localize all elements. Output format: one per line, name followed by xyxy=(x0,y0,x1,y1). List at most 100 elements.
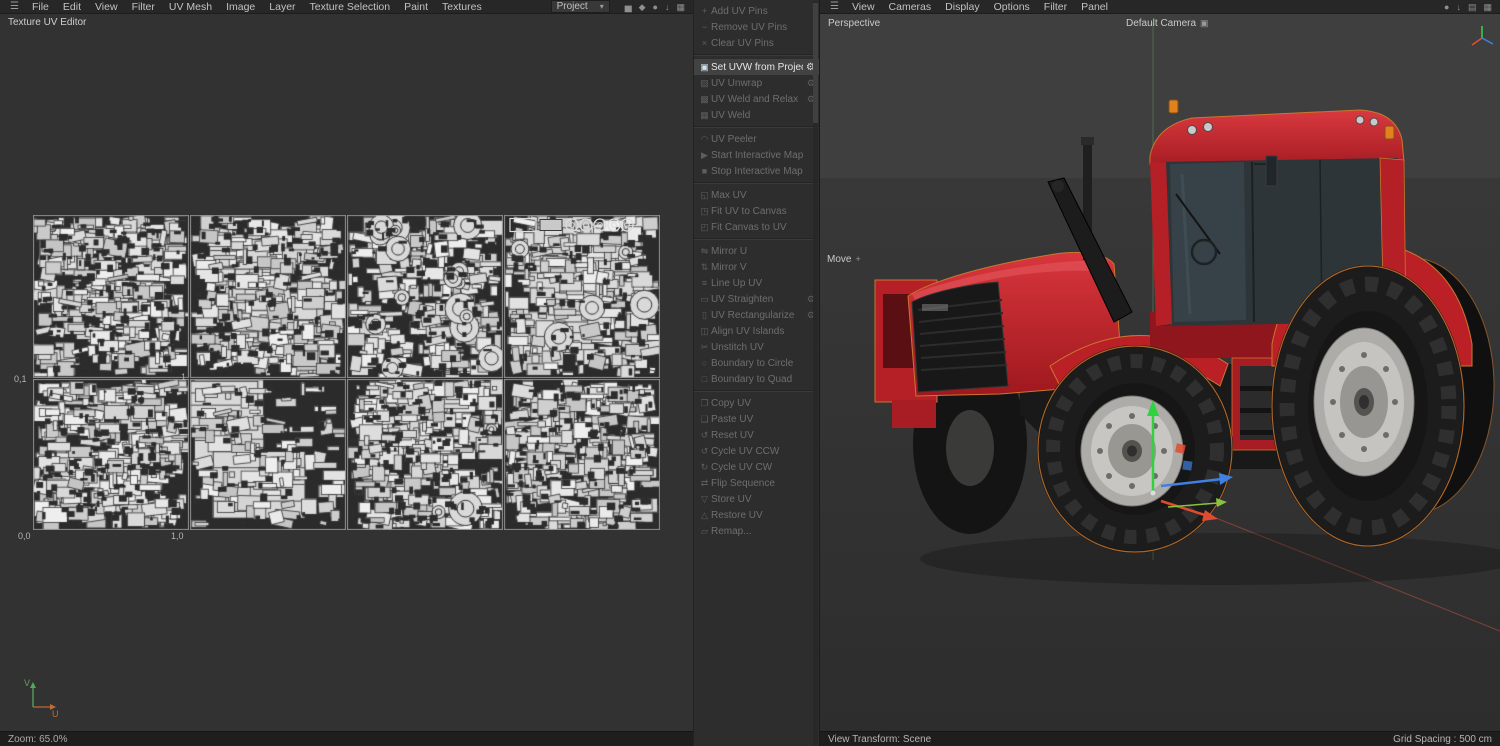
command-restore-uv[interactable]: △ Restore UV xyxy=(694,507,819,523)
command-remap[interactable]: ▱ Remap... xyxy=(694,523,819,539)
command-reset-uv[interactable]: ↺ Reset UV xyxy=(694,427,819,443)
viewport-menu-filter[interactable]: Filter xyxy=(1037,0,1074,14)
command-cycle-uv-cw[interactable]: ↻ Cycle UV CW xyxy=(694,459,819,475)
record-icon[interactable]: ● xyxy=(653,0,658,14)
command-set-uvw-from-projection[interactable]: ▣Set UVW from Projection⚙ xyxy=(694,59,819,75)
menu-image[interactable]: Image xyxy=(219,0,262,14)
menu-file[interactable]: File xyxy=(25,0,56,14)
command-stop-interactive-mapping[interactable]: ■Stop Interactive Mapping xyxy=(694,163,819,179)
command-uv-weld-and-relax[interactable]: ▩ UV Weld and Relax ⚙ xyxy=(694,91,819,107)
uv-tile-canvas[interactable] xyxy=(190,215,346,378)
uv-tile-canvas[interactable] xyxy=(504,215,660,378)
menu-texture-selection[interactable]: Texture Selection xyxy=(303,0,398,14)
command-uv-unwrap[interactable]: ▨ UV Unwrap ⚙ xyxy=(694,75,819,91)
command-add-uv-pins[interactable]: + Add UV Pins xyxy=(694,3,819,19)
command-cycle-uv-ccw[interactable]: ↺ Cycle UV CCW xyxy=(694,443,819,459)
command-label: Cycle UV CW xyxy=(711,461,773,473)
menu-layer[interactable]: Layer xyxy=(262,0,302,14)
uv-island-strip xyxy=(509,217,634,233)
menu-edit[interactable]: Edit xyxy=(56,0,88,14)
command-label: Boundary to Circle xyxy=(711,357,794,369)
command-panel-scrollbar[interactable] xyxy=(813,1,818,745)
command-align-uv-islands[interactable]: ◫ Align UV Islands xyxy=(694,323,819,339)
download-icon[interactable]: ↓ xyxy=(665,0,670,14)
command-boundary-to-quad[interactable]: □ Boundary to Quad xyxy=(694,371,819,387)
command-start-interactive-mapping[interactable]: ▶Start Interactive Mapping xyxy=(694,147,819,163)
uv-tile-canvas[interactable] xyxy=(504,379,660,530)
unstitch-uv-icon: ✂ xyxy=(700,341,709,352)
command-label: Mirror V xyxy=(711,261,747,273)
camera-label[interactable]: Default Camera ▣ xyxy=(1126,18,1209,29)
command-label: Fit UV to Canvas xyxy=(711,205,787,217)
command-max-uv[interactable]: ◱ Max UV xyxy=(694,187,819,203)
menu-uv-mesh[interactable]: UV Mesh xyxy=(162,0,219,14)
histogram-icon[interactable]: ▅ xyxy=(625,0,632,14)
command-remove-uv-pins[interactable]: − Remove UV Pins xyxy=(694,19,819,35)
viewport-scene[interactable]: Perspective Default Camera ▣ Move + xyxy=(820,14,1500,731)
add-uv-pins-icon: + xyxy=(701,6,708,16)
uv-tile-canvas[interactable] xyxy=(33,379,189,530)
project-dropdown[interactable]: Project ▾ xyxy=(550,0,610,13)
viewport-toolbar: ● ↓ ▤ ▦ xyxy=(1444,0,1492,14)
command-label: Flip Sequence xyxy=(711,477,775,489)
lock-icon[interactable]: ◆ xyxy=(639,0,646,14)
command-label: Boundary to Quad xyxy=(711,373,793,385)
command-fit-canvas-to-uv[interactable]: ◰ Fit Canvas to UV xyxy=(694,219,819,235)
uv-editor-menubar: ☰ File Edit View Filter UV Mesh Image Layer Tex… xyxy=(0,0,693,14)
viewport-menubar-right: ● ↓ ▤ ▦ xyxy=(1444,0,1496,14)
ground-shadow xyxy=(920,533,1500,585)
uv-editor-menu: File Edit View Filter UV Mesh Image Layer Textu… xyxy=(25,0,489,14)
flip-sequence-icon: ⇄ xyxy=(700,477,709,488)
set-uvw-from-projection-icon: ▣ xyxy=(700,61,709,72)
command-copy-uv[interactable]: ❐ Copy UV xyxy=(694,395,819,411)
uv-tile-canvas[interactable] xyxy=(33,215,189,378)
record-icon[interactable]: ● xyxy=(1444,0,1449,14)
viewport-menu-display[interactable]: Display xyxy=(938,0,986,14)
menu-paint[interactable]: Paint xyxy=(397,0,435,14)
viewport-menu-view[interactable]: View xyxy=(845,0,882,14)
viewport-menu-options[interactable]: Options xyxy=(987,0,1037,14)
store-uv-icon: ▽ xyxy=(701,493,708,504)
camera-swap-icon: ▣ xyxy=(1200,18,1209,28)
menu-filter[interactable]: Filter xyxy=(125,0,162,14)
command-label: UV Straighten xyxy=(711,293,774,305)
command-line-up-uv[interactable]: ≡ Line Up UV xyxy=(694,275,819,291)
command-label: Remove UV Pins xyxy=(711,21,788,33)
grid-icon[interactable]: ▦ xyxy=(676,0,685,14)
command-unstitch-uv[interactable]: ✂ Unstitch UV xyxy=(694,339,819,355)
command-group-separator xyxy=(694,126,819,128)
command-uv-rectangularize[interactable]: ▯ UV Rectangularize ⚙ xyxy=(694,307,819,323)
command-mirror-u[interactable]: ⇋ Mirror U xyxy=(694,243,819,259)
menu-hamburger-icon[interactable]: ☰ xyxy=(4,1,25,12)
menu-view[interactable]: View xyxy=(88,0,125,14)
clear-uv-pins-icon: × xyxy=(701,38,708,48)
command-boundary-to-circle[interactable]: ○ Boundary to Circle xyxy=(694,355,819,371)
command-mirror-v[interactable]: ⇅ Mirror V xyxy=(694,259,819,275)
cycle-uv-ccw-icon: ↺ xyxy=(700,445,709,456)
command-uv-peeler[interactable]: ◠ UV Peeler xyxy=(694,131,819,147)
view-mode-label[interactable]: Perspective xyxy=(828,18,880,29)
command-uv-weld[interactable]: ▦ UV Weld xyxy=(694,107,819,123)
command-flip-sequence[interactable]: ⇄ Flip Sequence xyxy=(694,475,819,491)
uv-tile-canvas[interactable] xyxy=(347,379,503,530)
command-fit-uv-to-canvas[interactable]: ◳ Fit UV to Canvas xyxy=(694,203,819,219)
download-icon[interactable]: ↓ xyxy=(1456,0,1461,14)
command-store-uv[interactable]: ▽ Store UV xyxy=(694,491,819,507)
uv-tile-canvas[interactable] xyxy=(347,215,503,378)
grid-icon[interactable]: ▦ xyxy=(1483,0,1492,14)
command-clear-uv-pins[interactable]: × Clear UV Pins xyxy=(694,35,819,51)
scrollbar-thumb[interactable] xyxy=(813,3,818,123)
uv-coord-bottom-right: 1,0 xyxy=(171,531,184,541)
layers-icon[interactable]: ▤ xyxy=(1468,0,1477,14)
viewport-menu-cameras[interactable]: Cameras xyxy=(882,0,939,14)
viewport-statusbar: View Transform: Scene Grid Spacing : 500… xyxy=(820,731,1500,746)
uv-coord-top-left: 0,1 xyxy=(14,374,27,384)
menu-textures[interactable]: Textures xyxy=(435,0,489,14)
uv-rectangularize-icon: ▯ xyxy=(702,309,707,320)
command-paste-uv[interactable]: ❏ Paste UV xyxy=(694,411,819,427)
uv-coord-bottom-left: 0,0 xyxy=(18,531,31,541)
uv-tile-canvas[interactable] xyxy=(190,379,346,530)
viewport-menu-panel[interactable]: Panel xyxy=(1074,0,1115,14)
menu-hamburger-icon[interactable]: ☰ xyxy=(824,1,845,12)
command-uv-straighten[interactable]: ▭ UV Straighten ⚙ xyxy=(694,291,819,307)
